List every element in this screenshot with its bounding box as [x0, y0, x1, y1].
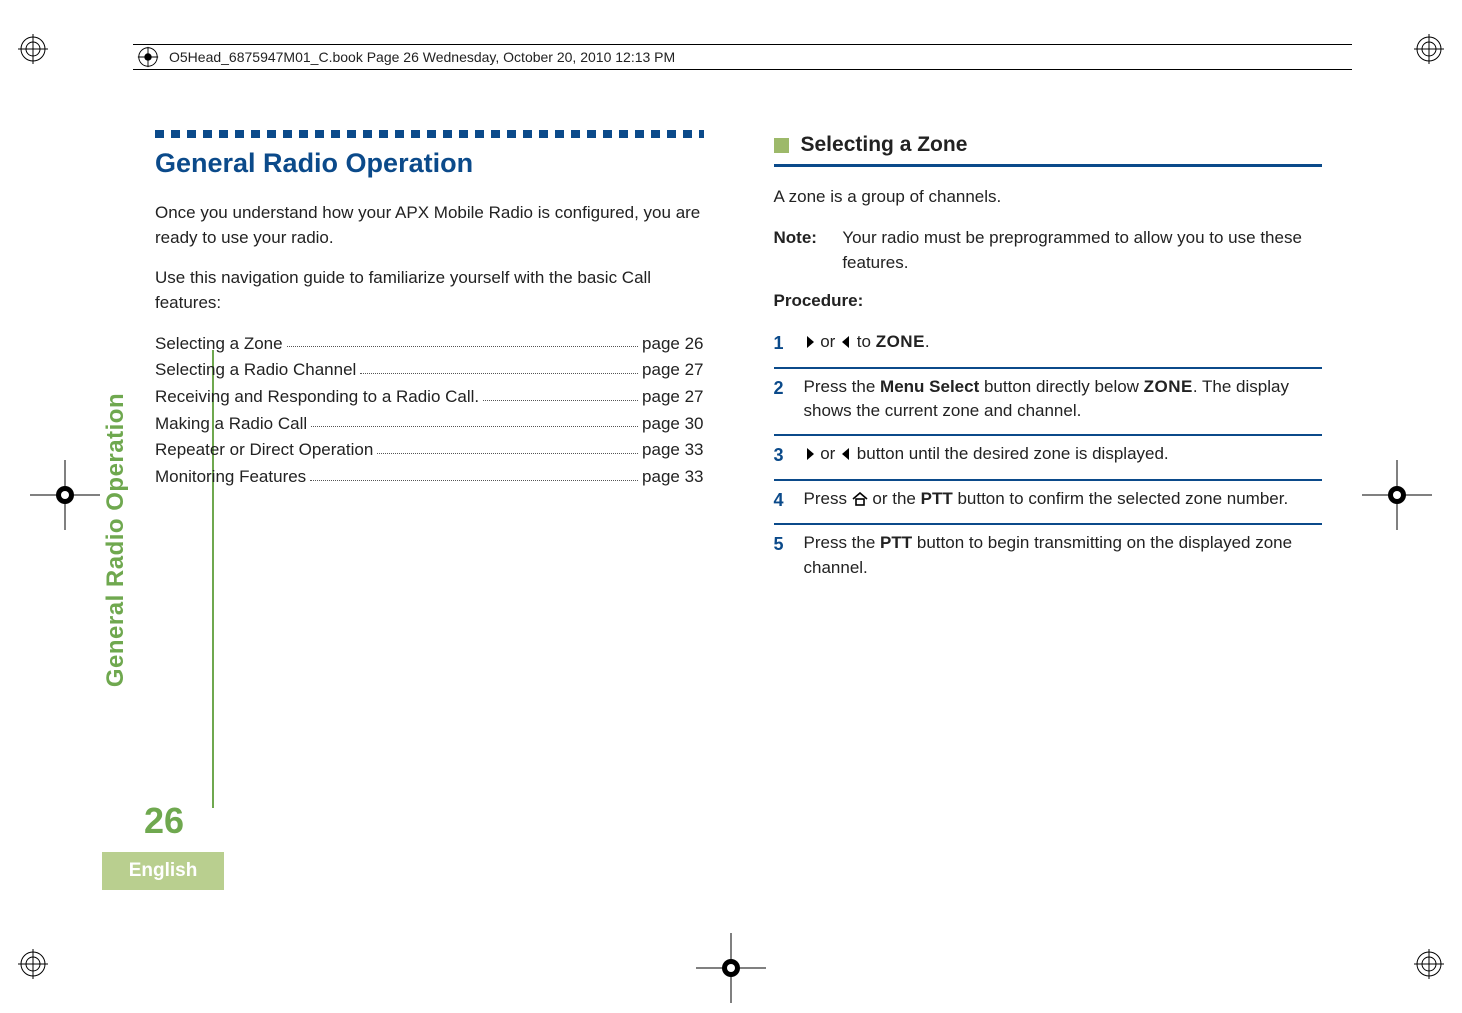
step-number: 1	[774, 330, 790, 357]
procedure-step: 1 or to ZONE.	[774, 324, 1323, 369]
regmark-bl-icon	[18, 949, 48, 979]
zone-definition: A zone is a group of channels.	[774, 185, 1323, 210]
intro-paragraph-2: Use this navigation guide to familiarize…	[155, 266, 704, 315]
toc-row: Selecting a Zone page 26	[155, 332, 704, 357]
step3-tail: button until the desired zone is display…	[852, 444, 1169, 463]
step4-b: or the	[868, 489, 921, 508]
regmark-tl-icon	[18, 34, 48, 64]
step-body: Press the PTT button to begin transmitti…	[804, 531, 1323, 580]
ptt-label: PTT	[880, 533, 912, 552]
procedure-label: Procedure:	[774, 289, 1323, 314]
language-badge-text: English	[129, 860, 198, 882]
section-title: General Radio Operation	[155, 144, 704, 183]
intro-paragraph-1: Once you understand how your APX Mobile …	[155, 201, 704, 250]
toc-label: Monitoring Features	[155, 465, 306, 490]
procedure-step: 4 Press or the PTT button to confirm the…	[774, 481, 1323, 526]
right-column: Selecting a Zone A zone is a group of ch…	[774, 130, 1323, 853]
procedure-step: 2 Press the Menu Select button directly …	[774, 369, 1323, 436]
step-number: 2	[774, 375, 790, 424]
crosshair-bottom-icon	[696, 933, 766, 1003]
toc-dots	[287, 346, 638, 347]
step2-c: button directly below	[979, 377, 1143, 396]
toc-dots	[311, 426, 638, 427]
subheading: Selecting a Zone	[801, 130, 968, 160]
toc-label: Repeater or Direct Operation	[155, 438, 373, 463]
note-text: Your radio must be preprogrammed to allo…	[842, 226, 1322, 275]
procedure-step: 5 Press the PTT button to begin transmit…	[774, 525, 1323, 590]
toc-row: Repeater or Direct Operation page 33	[155, 438, 704, 463]
section-separator	[155, 130, 704, 138]
toc-page: page 27	[642, 385, 703, 410]
step1-tail: .	[925, 332, 930, 351]
toc-dots	[310, 480, 638, 481]
toc-row: Selecting a Radio Channel page 27	[155, 358, 704, 383]
menu-select-label: Menu Select	[880, 377, 979, 396]
step-number: 5	[774, 531, 790, 580]
toc-page: page 30	[642, 412, 703, 437]
manual-page: O5Head_6875947M01_C.book Page 26 Wednesd…	[0, 0, 1462, 1013]
step3-or: or	[816, 444, 841, 463]
toc-page: page 33	[642, 465, 703, 490]
crosshair-right-icon	[1362, 460, 1432, 530]
arrow-right-icon	[804, 332, 816, 357]
toc-dots	[360, 373, 638, 374]
toc-label: Selecting a Radio Channel	[155, 358, 356, 383]
step-body: Press the Menu Select button directly be…	[804, 375, 1323, 424]
step1-or: or	[816, 332, 841, 351]
print-header-mark-icon	[133, 45, 163, 69]
subheading-row: Selecting a Zone	[774, 130, 1323, 160]
language-badge: English	[102, 852, 224, 890]
procedure-step: 3 or button until the desired zone is di…	[774, 436, 1323, 481]
toc-dots	[483, 400, 638, 401]
step4-a: Press	[804, 489, 852, 508]
step1-to: to	[852, 332, 876, 351]
toc-page: page 27	[642, 358, 703, 383]
step-number: 4	[774, 487, 790, 514]
arrow-left-icon	[840, 444, 852, 469]
toc-row: Monitoring Features page 33	[155, 465, 704, 490]
print-header-text: O5Head_6875947M01_C.book Page 26 Wednesd…	[163, 49, 675, 65]
content-columns: General Radio Operation Once you underst…	[155, 130, 1322, 853]
left-column: General Radio Operation Once you underst…	[155, 130, 704, 853]
note-label: Note:	[774, 226, 823, 275]
step2-a: Press the	[804, 377, 881, 396]
step5-a: Press the	[804, 533, 881, 552]
zone-softkey-label: ZONE	[1144, 377, 1193, 396]
toc-row: Making a Radio Call page 30	[155, 412, 704, 437]
ptt-label: PTT	[921, 489, 953, 508]
step4-c: button to confirm the selected zone numb…	[953, 489, 1288, 508]
step-body: or button until the desired zone is disp…	[804, 442, 1323, 469]
toc-label: Receiving and Responding to a Radio Call…	[155, 385, 479, 410]
regmark-tr-icon	[1414, 34, 1444, 64]
subheading-rule	[774, 164, 1323, 167]
regmark-br-icon	[1414, 949, 1444, 979]
toc-dots	[377, 453, 638, 454]
toc-row: Receiving and Responding to a Radio Call…	[155, 385, 704, 410]
toc-label: Selecting a Zone	[155, 332, 283, 357]
toc-page: page 26	[642, 332, 703, 357]
table-of-contents: Selecting a Zone page 26 Selecting a Rad…	[155, 332, 704, 490]
step-number: 3	[774, 442, 790, 469]
toc-label: Making a Radio Call	[155, 412, 307, 437]
toc-page: page 33	[642, 438, 703, 463]
subheading-square-icon	[774, 138, 789, 153]
home-icon	[852, 489, 868, 514]
step-body: or to ZONE.	[804, 330, 1323, 357]
arrow-right-icon	[804, 444, 816, 469]
side-tab-label: General Radio Operation	[102, 390, 130, 690]
arrow-left-icon	[840, 332, 852, 357]
print-header: O5Head_6875947M01_C.book Page 26 Wednesd…	[133, 44, 1352, 70]
zone-softkey-label: ZONE	[876, 332, 925, 351]
step-body: Press or the PTT button to confirm the s…	[804, 487, 1323, 514]
note-row: Note: Your radio must be preprogrammed t…	[774, 226, 1323, 275]
